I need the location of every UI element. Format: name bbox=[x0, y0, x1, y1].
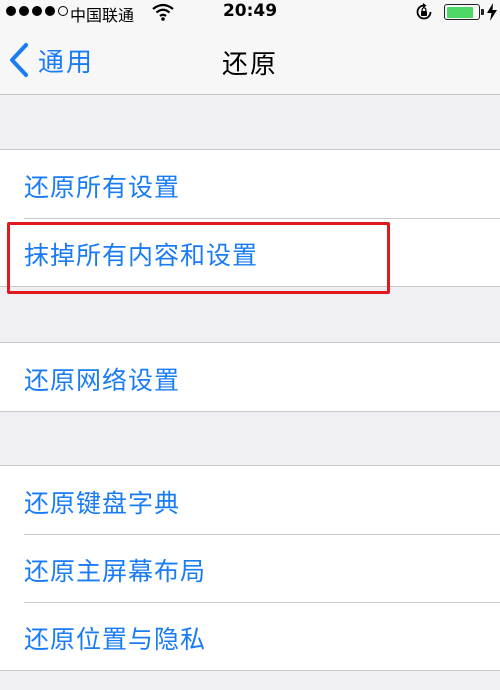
battery-cap bbox=[481, 9, 484, 15]
reset-all-settings-label: 还原所有设置 bbox=[24, 173, 181, 202]
erase-all-content-label: 抹掉所有内容和设置 bbox=[24, 241, 259, 270]
reset-home-screen-layout-label: 还原主屏幕布局 bbox=[24, 557, 207, 586]
erase-all-content-row[interactable]: 抹掉所有内容和设置 bbox=[0, 218, 500, 286]
page-title: 还原 bbox=[221, 50, 278, 80]
navigation-bar: 通用 还原 bbox=[0, 24, 500, 95]
battery-level bbox=[446, 6, 473, 18]
rotation-lock-icon bbox=[416, 3, 432, 20]
reset-group-3: 还原键盘字典 还原主屏幕布局 还原位置与隐私 bbox=[0, 465, 500, 671]
charging-bolt-icon bbox=[487, 3, 497, 21]
status-bar: 中国联通 20:49 bbox=[0, 0, 500, 25]
reset-settings-screen: 中国联通 20:49 通用 还原 还原所有设置 抹掉所有内容和设置 还原网络设置… bbox=[0, 0, 500, 690]
reset-network-settings-row[interactable]: 还原网络设置 bbox=[0, 343, 500, 411]
reset-group-1: 还原所有设置 抹掉所有内容和设置 bbox=[0, 149, 500, 287]
battery-icon bbox=[444, 4, 480, 20]
reset-location-privacy-row[interactable]: 还原位置与隐私 bbox=[0, 602, 500, 670]
reset-location-privacy-label: 还原位置与隐私 bbox=[24, 625, 207, 654]
reset-group-2: 还原网络设置 bbox=[0, 342, 500, 412]
reset-network-settings-label: 还原网络设置 bbox=[24, 366, 181, 395]
reset-home-screen-layout-row[interactable]: 还原主屏幕布局 bbox=[0, 534, 500, 602]
reset-all-settings-row[interactable]: 还原所有设置 bbox=[0, 150, 500, 218]
reset-keyboard-dictionary-label: 还原键盘字典 bbox=[24, 489, 181, 518]
reset-keyboard-dictionary-row[interactable]: 还原键盘字典 bbox=[0, 466, 500, 534]
